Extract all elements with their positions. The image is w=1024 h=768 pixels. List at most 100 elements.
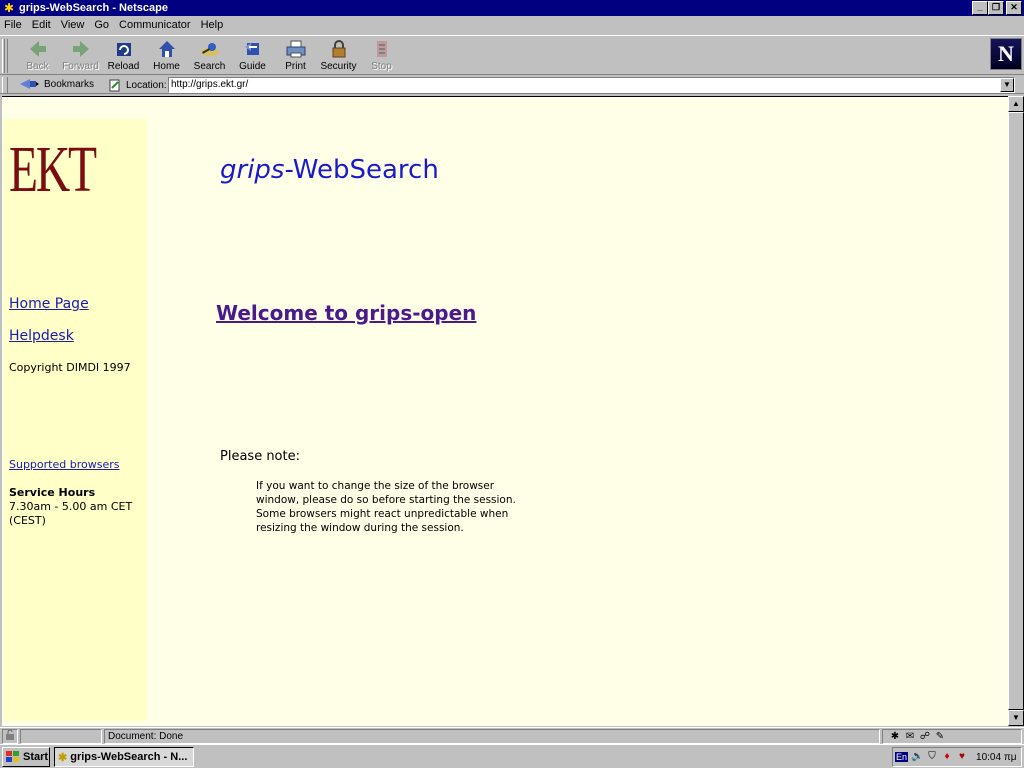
scroll-down-button[interactable]: ▼ bbox=[1008, 710, 1024, 726]
status-bar: Document: Done ✱ ✉ ☍ ✎ bbox=[0, 727, 1024, 744]
note-heading: Please note: bbox=[220, 449, 300, 464]
mail-icon[interactable]: ✉ bbox=[904, 731, 916, 743]
location-dropdown-button[interactable]: ▼ bbox=[1000, 78, 1014, 92]
menu-edit[interactable]: Edit bbox=[32, 19, 51, 31]
ekt-logo[interactable]: EKT bbox=[9, 137, 97, 203]
discussion-icon[interactable]: ☍ bbox=[919, 731, 931, 743]
menu-help[interactable]: Help bbox=[201, 19, 224, 31]
scroll-thumb[interactable] bbox=[1008, 112, 1024, 710]
menu-communicator[interactable]: Communicator bbox=[119, 19, 191, 31]
guide-label: Guide bbox=[239, 61, 266, 72]
toolbar-grip[interactable] bbox=[2, 39, 8, 73]
stop-button[interactable]: Stop bbox=[360, 38, 403, 74]
antivirus-icon[interactable]: ♦ bbox=[941, 751, 953, 763]
forward-label: Forward bbox=[62, 61, 99, 72]
scroll-up-button[interactable]: ▲ bbox=[1008, 96, 1024, 112]
start-button[interactable]: Start bbox=[2, 747, 50, 767]
supported-browsers-link[interactable]: Supported browsers bbox=[9, 458, 119, 471]
progress-bar bbox=[20, 729, 102, 744]
note-line: If you want to change the size of the br… bbox=[256, 480, 495, 492]
search-button[interactable]: Search bbox=[188, 38, 231, 74]
taskbar-netscape-window[interactable]: ✱ grips-WebSearch - N... bbox=[54, 747, 194, 767]
menu-file[interactable]: File bbox=[4, 19, 22, 31]
restore-button[interactable]: ❐ bbox=[988, 1, 1004, 15]
location-toolbar: Bookmarks Location: http://grips.ekt.gr/… bbox=[0, 76, 1024, 94]
home-button[interactable]: Home bbox=[145, 38, 188, 74]
note-line: resizing the window during the session. bbox=[256, 522, 464, 534]
menu-go[interactable]: Go bbox=[94, 19, 109, 31]
shield-icon[interactable]: ⛉ bbox=[926, 751, 938, 763]
back-button[interactable]: Back bbox=[16, 38, 59, 74]
navigator-icon[interactable]: ✱ bbox=[889, 731, 901, 743]
site-title-italic: grips bbox=[220, 155, 285, 185]
close-button[interactable]: ✕ bbox=[1006, 1, 1022, 15]
page-proxy-icon[interactable] bbox=[108, 78, 122, 92]
home-label: Home bbox=[153, 61, 180, 72]
forward-button[interactable]: Forward bbox=[59, 38, 102, 74]
component-bar: ✱ ✉ ☍ ✎ bbox=[882, 729, 1022, 744]
service-hours-title: Service Hours bbox=[9, 486, 96, 499]
netscape-task-icon: ✱ bbox=[58, 751, 68, 764]
location-label: Location: bbox=[108, 78, 167, 92]
security-status-icon[interactable] bbox=[2, 729, 18, 744]
window-controls: _ ❐ ✕ bbox=[972, 1, 1022, 15]
guide-icon bbox=[241, 38, 265, 60]
helpdesk-link[interactable]: Helpdesk bbox=[9, 328, 74, 344]
home-page-link[interactable]: Home Page bbox=[9, 296, 89, 312]
back-arrow-icon bbox=[26, 38, 50, 60]
search-icon bbox=[198, 38, 222, 60]
status-text: Document: Done bbox=[104, 729, 880, 744]
print-button[interactable]: Print bbox=[274, 38, 317, 74]
menu-view[interactable]: View bbox=[61, 19, 85, 31]
reload-button[interactable]: Reload bbox=[102, 38, 145, 74]
minimize-button[interactable]: _ bbox=[972, 1, 988, 15]
left-sidebar: EKT Home Page Helpdesk Copyright DIMDI 1… bbox=[4, 119, 147, 721]
welcome-link[interactable]: Welcome to grips-open bbox=[216, 301, 476, 325]
security-label: Security bbox=[320, 61, 357, 72]
system-tray: En 🔈 ⛉ ♦ ♥ 10:04 πμ bbox=[892, 747, 1022, 767]
menu-bar: File Edit View Go Communicator Help bbox=[0, 16, 1024, 34]
netscape-app-icon[interactable]: ✱ bbox=[2, 1, 16, 15]
stop-label: Stop bbox=[371, 61, 392, 72]
printer-icon bbox=[284, 38, 308, 60]
note-body: If you want to change the size of the br… bbox=[256, 479, 526, 535]
lock-icon bbox=[327, 38, 351, 60]
bookmarks-button[interactable]: Bookmarks bbox=[18, 77, 94, 91]
start-label: Start bbox=[23, 751, 49, 763]
page-content: EKT Home Page Helpdesk Copyright DIMDI 1… bbox=[2, 96, 1008, 726]
service-hours-line2: (CEST) bbox=[9, 514, 46, 527]
bookmarks-icon bbox=[20, 79, 39, 89]
task-label: grips-WebSearch - N... bbox=[70, 751, 188, 763]
stop-icon bbox=[370, 38, 394, 60]
window-title: grips-WebSearch - Netscape bbox=[19, 2, 168, 14]
forward-arrow-icon bbox=[69, 38, 93, 60]
netscape-logo[interactable]: N bbox=[990, 38, 1022, 70]
volume-icon[interactable]: 🔈 bbox=[911, 751, 923, 763]
location-url-field[interactable]: http://grips.ekt.gr/ ▼ bbox=[168, 77, 1015, 93]
reload-icon bbox=[112, 38, 136, 60]
location-url: http://grips.ekt.gr/ bbox=[171, 79, 249, 90]
security-button[interactable]: Security bbox=[317, 38, 360, 74]
browser-window: ✱ grips-WebSearch - Netscape _ ❐ ✕ File … bbox=[0, 0, 1024, 744]
note-line: window, please do so before starting the… bbox=[256, 494, 516, 506]
reload-label: Reload bbox=[107, 61, 140, 72]
navigation-toolbar: Back Forward Reload Home Search Guide Pr… bbox=[0, 35, 1024, 75]
guide-button[interactable]: Guide bbox=[231, 38, 274, 74]
copyright-text: Copyright DIMDI 1997 bbox=[9, 361, 131, 374]
site-title: grips-WebSearch bbox=[220, 155, 439, 185]
windows-logo-icon bbox=[6, 751, 19, 762]
title-bar: ✱ grips-WebSearch - Netscape _ ❐ ✕ bbox=[0, 0, 1024, 16]
composer-icon[interactable]: ✎ bbox=[934, 731, 946, 743]
location-toolbar-grip[interactable] bbox=[2, 77, 8, 93]
search-label: Search bbox=[193, 61, 226, 72]
note-line: Some browsers might react unpredictable … bbox=[256, 508, 509, 520]
bookmarks-label: Bookmarks bbox=[44, 78, 95, 90]
location-text: Location: bbox=[126, 79, 167, 91]
language-indicator[interactable]: En bbox=[895, 752, 909, 762]
clock[interactable]: 10:04 πμ bbox=[976, 752, 1016, 763]
vertical-scrollbar[interactable]: ▲ ▼ bbox=[1008, 96, 1024, 726]
service-hours-line1: 7.30am - 5.00 am CET bbox=[9, 500, 133, 513]
windows-taskbar: Start ✱ grips-WebSearch - N... En 🔈 ⛉ ♦ … bbox=[0, 744, 1024, 768]
site-title-rest: -WebSearch bbox=[284, 155, 439, 185]
network-icon[interactable]: ♥ bbox=[956, 751, 968, 763]
